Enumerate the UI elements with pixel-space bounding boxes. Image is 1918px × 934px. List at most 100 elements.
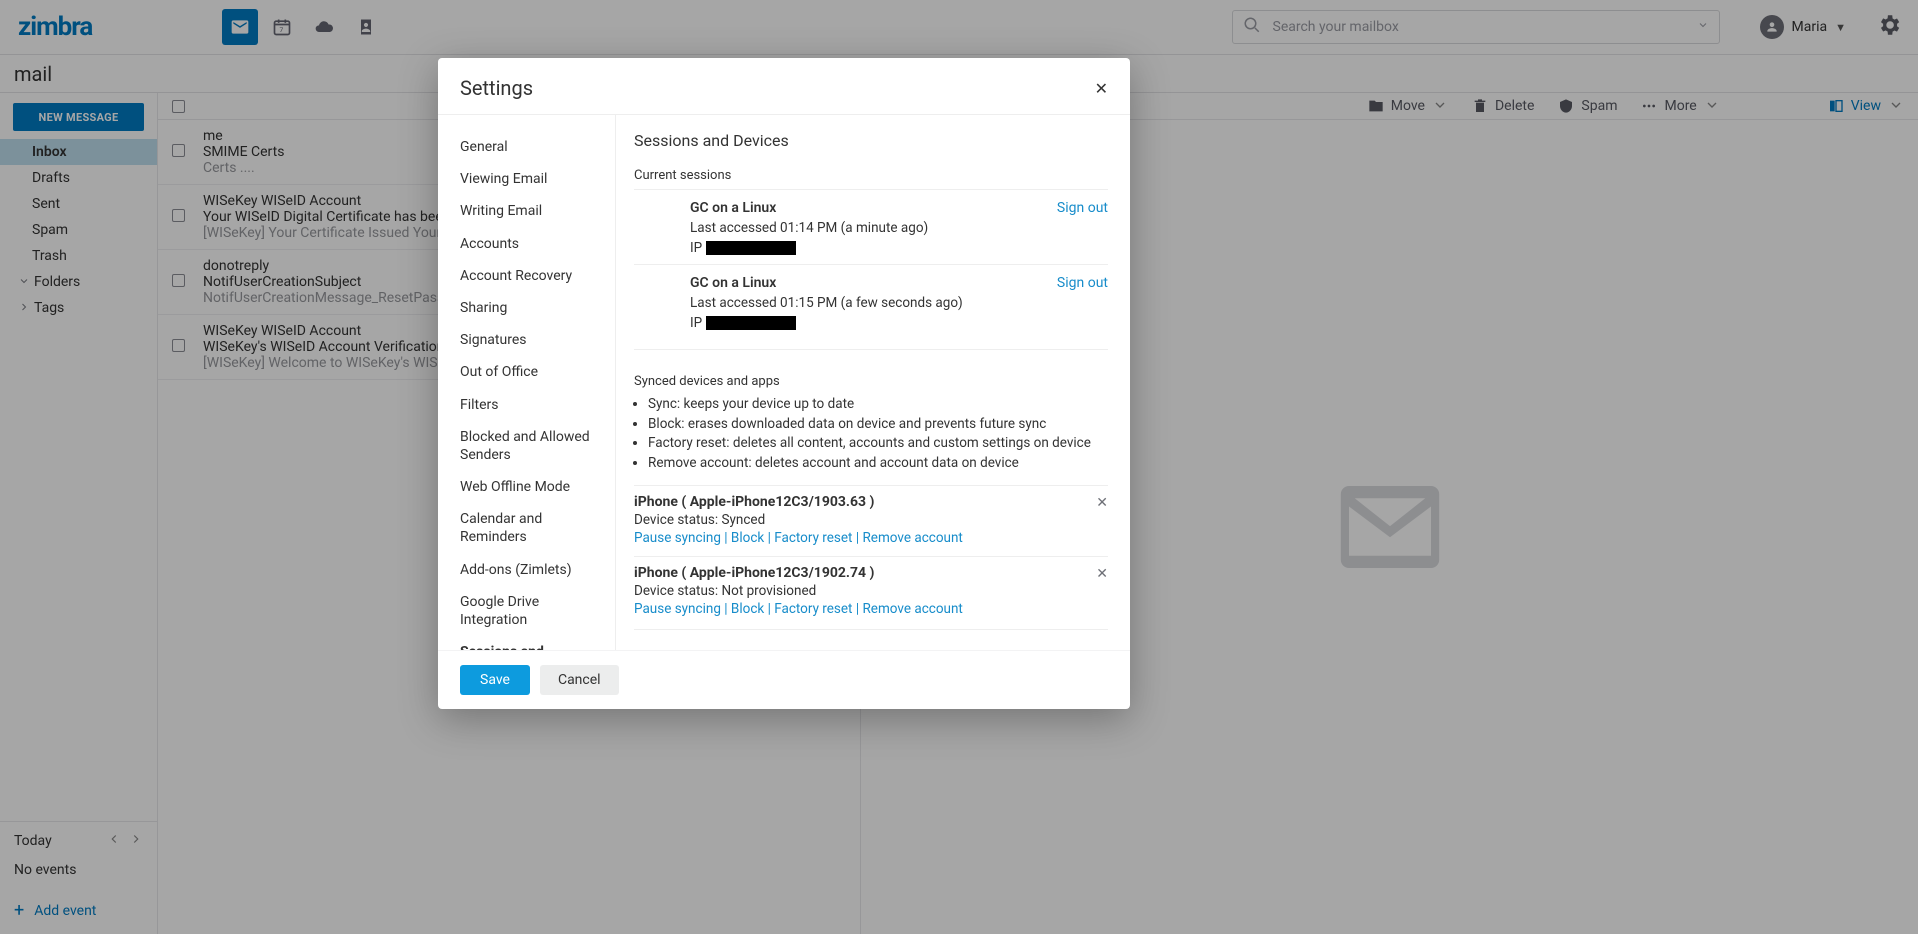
close-icon[interactable]: ✕: [1096, 566, 1108, 582]
logo: zimbra: [18, 13, 150, 41]
app-header: zimbra 7 Maria ▼: [0, 0, 1918, 55]
device-actions: Pause syncing | Block | Factory reset | …: [634, 530, 1108, 546]
search-input[interactable]: [1273, 19, 1685, 35]
plus-icon: +: [14, 902, 24, 920]
today-label: Today: [14, 833, 52, 849]
select-all-checkbox[interactable]: [172, 100, 185, 113]
message-checkbox[interactable]: [172, 339, 185, 352]
session-name: GC on a Linux: [690, 275, 776, 291]
sidebar-item-sent[interactable]: Sent: [0, 191, 157, 217]
close-icon[interactable]: ✕: [1096, 495, 1108, 511]
settings-nav-item[interactable]: Add-ons (Zimlets): [438, 554, 615, 586]
sidebar-item-spam[interactable]: Spam: [0, 217, 157, 243]
pause-syncing-link[interactable]: Pause syncing: [634, 530, 721, 546]
cancel-button[interactable]: Cancel: [540, 665, 619, 695]
desc-item: Remove account: deletes account and acco…: [648, 454, 1108, 474]
sign-out-link[interactable]: Sign out: [1057, 200, 1108, 216]
sidebar-item-folders[interactable]: Folders: [0, 269, 157, 295]
settings-content[interactable]: Sessions and Devices Current sessions GC…: [616, 115, 1130, 650]
save-button[interactable]: Save: [460, 665, 530, 695]
device-name: iPhone ( Apple-iPhone12C3/1903.63 ): [634, 494, 1108, 510]
user-name: Maria: [1792, 19, 1828, 35]
factory-reset-link[interactable]: Factory reset: [774, 601, 852, 617]
session-ip: IP: [690, 240, 1108, 256]
add-event-button[interactable]: +Add event: [14, 902, 143, 920]
sidebar-item-tags[interactable]: Tags: [0, 295, 157, 321]
settings-nav-item[interactable]: Calendar and Reminders: [438, 503, 615, 553]
settings-nav-item[interactable]: General: [438, 131, 615, 163]
user-menu[interactable]: Maria ▼: [1760, 15, 1847, 39]
message-checkbox[interactable]: [172, 209, 185, 222]
settings-nav-item[interactable]: Accounts: [438, 228, 615, 260]
desc-item: Sync: keeps your device up to date: [648, 395, 1108, 415]
more-button[interactable]: More: [1641, 97, 1719, 116]
chevron-down-icon: ▼: [1835, 21, 1846, 34]
device-status: Device status: Not provisioned: [634, 583, 1108, 599]
device-row: ✕ iPhone ( Apple-iPhone12C3/1902.74 ) De…: [634, 556, 1108, 627]
gear-icon[interactable]: [1876, 12, 1902, 42]
ip-redacted: [706, 241, 796, 255]
calendar-icon[interactable]: 7: [264, 9, 300, 45]
mail-icon[interactable]: [222, 9, 258, 45]
cloud-icon[interactable]: [306, 9, 342, 45]
folder-list: Inbox Drafts Sent Spam Trash Folders Tag…: [0, 139, 157, 321]
mini-agenda: Today No events +Add event: [0, 821, 157, 934]
pane-title: Sessions and Devices: [634, 131, 1108, 150]
remove-account-link[interactable]: Remove account: [862, 601, 962, 617]
settings-nav-item[interactable]: Viewing Email: [438, 163, 615, 195]
settings-nav-item[interactable]: Web Offline Mode: [438, 471, 615, 503]
modal-title: Settings: [460, 76, 533, 100]
device-status: Device status: Synced: [634, 512, 1108, 528]
new-message-button[interactable]: NEW MESSAGE: [13, 103, 144, 131]
message-checkbox[interactable]: [172, 274, 185, 287]
avatar: [1760, 15, 1784, 39]
synced-devices-label: Synced devices and apps: [634, 374, 1108, 389]
sidebar-item-inbox[interactable]: Inbox: [0, 139, 157, 165]
sign-out-link[interactable]: Sign out: [1057, 275, 1108, 291]
settings-nav-item[interactable]: Account Recovery: [438, 260, 615, 292]
factory-reset-link[interactable]: Factory reset: [774, 530, 852, 546]
app-title-label: mail: [14, 62, 52, 86]
no-events-label: No events: [14, 862, 143, 878]
sidebar-item-trash[interactable]: Trash: [0, 243, 157, 269]
chevron-left-icon[interactable]: [107, 832, 121, 850]
spam-button[interactable]: Spam: [1558, 98, 1617, 114]
session-last-accessed: Last accessed 01:15 PM (a few seconds ag…: [690, 295, 1108, 311]
delete-button[interactable]: Delete: [1472, 98, 1534, 114]
settings-nav-item[interactable]: Writing Email: [438, 195, 615, 227]
settings-nav-item[interactable]: Blocked and Allowed Senders: [438, 421, 615, 471]
device-actions: Pause syncing | Block | Factory reset | …: [634, 601, 1108, 617]
session-row: GC on a Linux Sign out Last accessed 01:…: [634, 264, 1108, 339]
pause-syncing-link[interactable]: Pause syncing: [634, 601, 721, 617]
chevron-down-icon[interactable]: [1697, 19, 1709, 35]
chevron-right-icon[interactable]: [129, 832, 143, 850]
close-icon[interactable]: ✕: [1095, 79, 1108, 98]
device-row: ✕ iPhone ( Apple-iPhone12C3/1903.63 ) De…: [634, 485, 1108, 556]
remove-account-link[interactable]: Remove account: [862, 530, 962, 546]
chevron-right-icon: [18, 301, 30, 316]
sidebar: NEW MESSAGE Inbox Drafts Sent Spam Trash…: [0, 93, 158, 934]
settings-nav-item[interactable]: Google Drive Integration: [438, 586, 615, 636]
settings-nav-item[interactable]: Sessions and Devices: [438, 636, 615, 650]
sidebar-item-drafts[interactable]: Drafts: [0, 165, 157, 191]
message-checkbox[interactable]: [172, 144, 185, 157]
settings-modal: Settings ✕ GeneralViewing EmailWriting E…: [438, 58, 1130, 709]
chevron-down-icon: [1432, 97, 1448, 116]
svg-text:7: 7: [280, 26, 284, 34]
nav-icons: 7: [222, 9, 384, 45]
contacts-icon[interactable]: [348, 9, 384, 45]
settings-nav-item[interactable]: Signatures: [438, 324, 615, 356]
settings-nav-item[interactable]: Out of Office: [438, 356, 615, 388]
move-button[interactable]: Move: [1368, 97, 1448, 116]
current-sessions-label: Current sessions: [634, 168, 1108, 183]
search-box[interactable]: [1232, 10, 1720, 44]
block-link[interactable]: Block: [731, 530, 764, 546]
ip-redacted: [706, 316, 796, 330]
block-link[interactable]: Block: [731, 601, 764, 617]
session-last-accessed: Last accessed 01:14 PM (a minute ago): [690, 220, 1108, 236]
view-button[interactable]: View: [1828, 97, 1904, 116]
synced-description-list: Sync: keeps your device up to date Block…: [648, 395, 1108, 473]
settings-nav-item[interactable]: Sharing: [438, 292, 615, 324]
settings-nav-item[interactable]: Filters: [438, 389, 615, 421]
chevron-down-icon: [1888, 97, 1904, 116]
